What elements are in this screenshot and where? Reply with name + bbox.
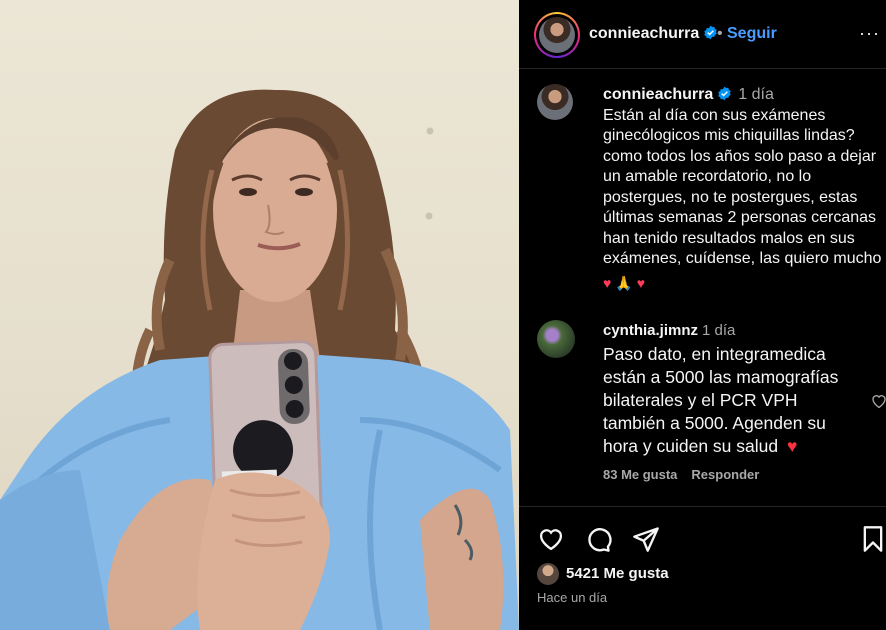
bookmark-icon[interactable] [859, 525, 886, 553]
author-avatar[interactable] [534, 12, 580, 58]
header-separator: • [717, 25, 723, 42]
follow-button[interactable]: Seguir [727, 25, 777, 43]
commenter-username[interactable]: cynthia.jimnz [603, 322, 698, 339]
mirror-selfie-illustration [0, 89, 519, 630]
more-options-icon[interactable]: ··· [859, 23, 880, 44]
caption-text-block: connieachurra 1 día Están al día con sus … [603, 85, 883, 293]
comment-meta: 83 Me gusta Responder [603, 467, 759, 482]
author-username: connieachurra [589, 25, 700, 42]
caption-username[interactable]: connieachurra [603, 86, 732, 103]
comment-text-block: Paso dato, en integramedica están a 5000… [603, 343, 853, 458]
post-timestamp: Hace un día [537, 590, 608, 605]
caption-emojis: ♥🙏♥ [603, 273, 883, 294]
author-username-link[interactable]: connieachurra [589, 25, 718, 43]
comment-text: Paso dato, en integramedica están a 5000… [603, 344, 839, 456]
folded-hands-emoji-icon: 🙏 [615, 274, 637, 291]
heart-emoji-icon: ♥ [787, 436, 798, 456]
paper-plane-icon[interactable] [632, 525, 660, 553]
caption-avatar[interactable] [537, 84, 573, 120]
post-photo[interactable] [0, 0, 519, 630]
post-actions: 5421 Me gusta Hace un día [519, 506, 886, 630]
caption-time[interactable]: 1 día [738, 86, 774, 103]
heart-emoji-icon: ♥ [603, 274, 616, 291]
commenter-avatar[interactable] [537, 320, 575, 358]
verified-badge-icon [718, 86, 732, 101]
comment-time[interactable]: 1 día [702, 322, 735, 339]
caption-text: Están al día con sus exámenes ginecólogi… [603, 106, 882, 268]
liker-avatar [537, 563, 559, 585]
reply-button[interactable]: Responder [691, 467, 759, 482]
commenter-header: cynthia.jimnz 1 día [603, 322, 735, 339]
heart-emoji-icon: ♥ [636, 274, 650, 291]
comment-likes[interactable]: 83 Me gusta [603, 467, 677, 482]
post-header: connieachurra • Seguir ··· [519, 0, 886, 69]
heart-outline-icon[interactable] [537, 525, 565, 553]
likes-count[interactable]: 5421 Me gusta [566, 565, 669, 582]
comment-bubble-icon[interactable] [584, 525, 612, 553]
post-sidebar: connieachurra • Seguir ··· connieachurra… [519, 0, 886, 630]
comment-like-heart-icon[interactable] [870, 392, 886, 410]
